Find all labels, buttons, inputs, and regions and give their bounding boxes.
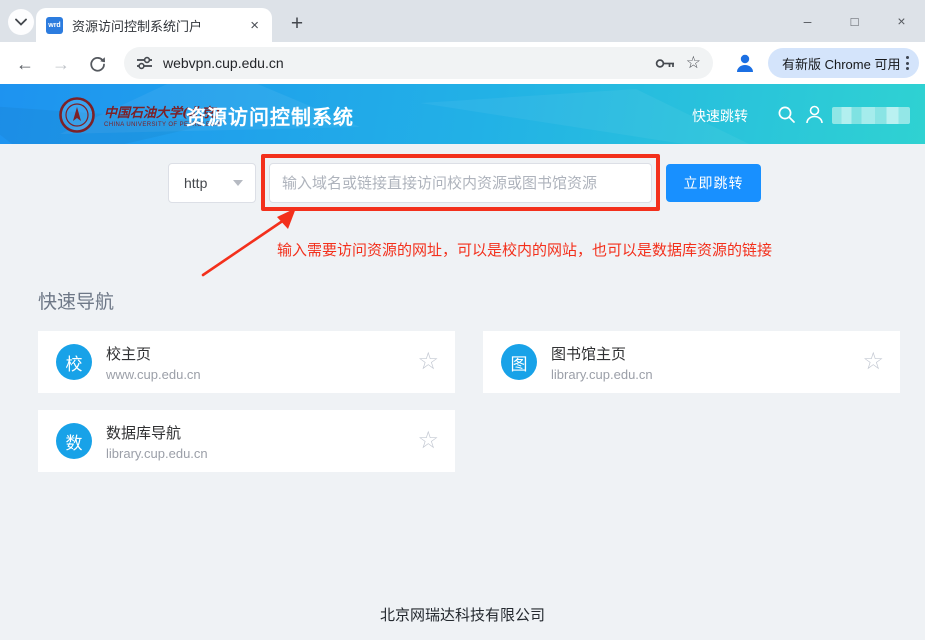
tab-search-button[interactable] — [8, 9, 34, 35]
annotation-text: 输入需要访问资源的网址，可以是校内的网站，也可以是数据库资源的链接 — [277, 239, 772, 260]
school-badge-icon: 校 — [56, 344, 92, 380]
footer-company: 北京网瑞达科技有限公司 — [0, 604, 925, 625]
profile-icon[interactable] — [733, 51, 757, 75]
address-bar[interactable]: webvpn.cup.edu.cn ☆ — [124, 47, 713, 79]
quick-nav-heading: 快速导航 — [38, 287, 114, 314]
tab-title: 资源访问控制系统门户 — [72, 16, 247, 35]
resource-url-input[interactable] — [269, 163, 652, 203]
card-url: library.cup.edu.cn — [551, 367, 862, 382]
chevron-down-icon — [15, 18, 27, 26]
card-url: www.cup.edu.cn — [106, 367, 417, 382]
maximize-button[interactable]: □ — [831, 0, 878, 42]
chrome-update-chip[interactable]: 有新版 Chrome 可用 — [768, 48, 919, 78]
username-redacted[interactable] — [832, 107, 910, 124]
active-tab[interactable]: wrd 资源访问控制系统门户 × — [36, 8, 272, 42]
back-button[interactable]: ← — [12, 51, 38, 77]
card-url: library.cup.edu.cn — [106, 446, 417, 461]
close-button[interactable]: × — [878, 0, 925, 42]
card-title: 图书馆主页 — [551, 343, 862, 364]
refresh-button[interactable] — [84, 51, 110, 77]
jump-button[interactable]: 立即跳转 — [666, 164, 761, 202]
protocol-value: http — [184, 175, 233, 191]
user-icon[interactable] — [804, 104, 825, 125]
quick-jump-link[interactable]: 快速跳转 — [692, 106, 748, 126]
bookmark-star-icon[interactable]: ☆ — [686, 53, 701, 73]
password-key-icon[interactable] — [655, 57, 676, 70]
refresh-icon — [89, 56, 106, 73]
window-controls: – □ × — [784, 0, 925, 42]
menu-kebab-icon[interactable] — [906, 56, 909, 70]
search-icon[interactable] — [777, 105, 796, 124]
tune-icon[interactable] — [136, 56, 153, 70]
university-seal-icon — [58, 96, 96, 134]
site-favicon: wrd — [46, 17, 63, 34]
main-content: http 立即跳转 输入需要访问资源的网址，可以是校内的网站，也可以是数据库资源… — [0, 144, 925, 640]
card-title: 校主页 — [106, 343, 417, 364]
caret-down-icon — [233, 180, 243, 186]
tab-close-icon[interactable]: × — [247, 17, 262, 34]
card-title: 数据库导航 — [106, 422, 417, 443]
new-tab-button[interactable]: + — [283, 10, 311, 38]
tab-strip: wrd 资源访问控制系统门户 × + – □ × — [0, 0, 925, 42]
nav-card-school-home[interactable]: 校 校主页 www.cup.edu.cn ☆ — [38, 331, 455, 393]
url-text[interactable]: webvpn.cup.edu.cn — [163, 55, 645, 71]
portal-header: 中国石油大学(北京) CHINA UNIVERSITY OF PETROLEUM… — [0, 84, 925, 144]
nav-card-database-nav[interactable]: 数 数据库导航 library.cup.edu.cn ☆ — [38, 410, 455, 472]
browser-window: wrd 资源访问控制系统门户 × + – □ × ← → w — [0, 0, 925, 640]
favorite-star-icon[interactable]: ☆ — [417, 350, 439, 374]
minimize-button[interactable]: – — [784, 0, 831, 42]
page-title: 资源访问控制系统 — [186, 101, 354, 130]
nav-card-library-home[interactable]: 图 图书馆主页 library.cup.edu.cn ☆ — [483, 331, 900, 393]
forward-button[interactable]: → — [48, 51, 74, 77]
favorite-star-icon[interactable]: ☆ — [417, 429, 439, 453]
library-badge-icon: 图 — [501, 344, 537, 380]
favorite-star-icon[interactable]: ☆ — [862, 350, 884, 374]
protocol-select[interactable]: http — [168, 163, 256, 203]
update-chip-label: 有新版 Chrome 可用 — [782, 54, 900, 73]
browser-toolbar: ← → webvpn.cup.edu.cn — [0, 42, 925, 84]
database-badge-icon: 数 — [56, 423, 92, 459]
